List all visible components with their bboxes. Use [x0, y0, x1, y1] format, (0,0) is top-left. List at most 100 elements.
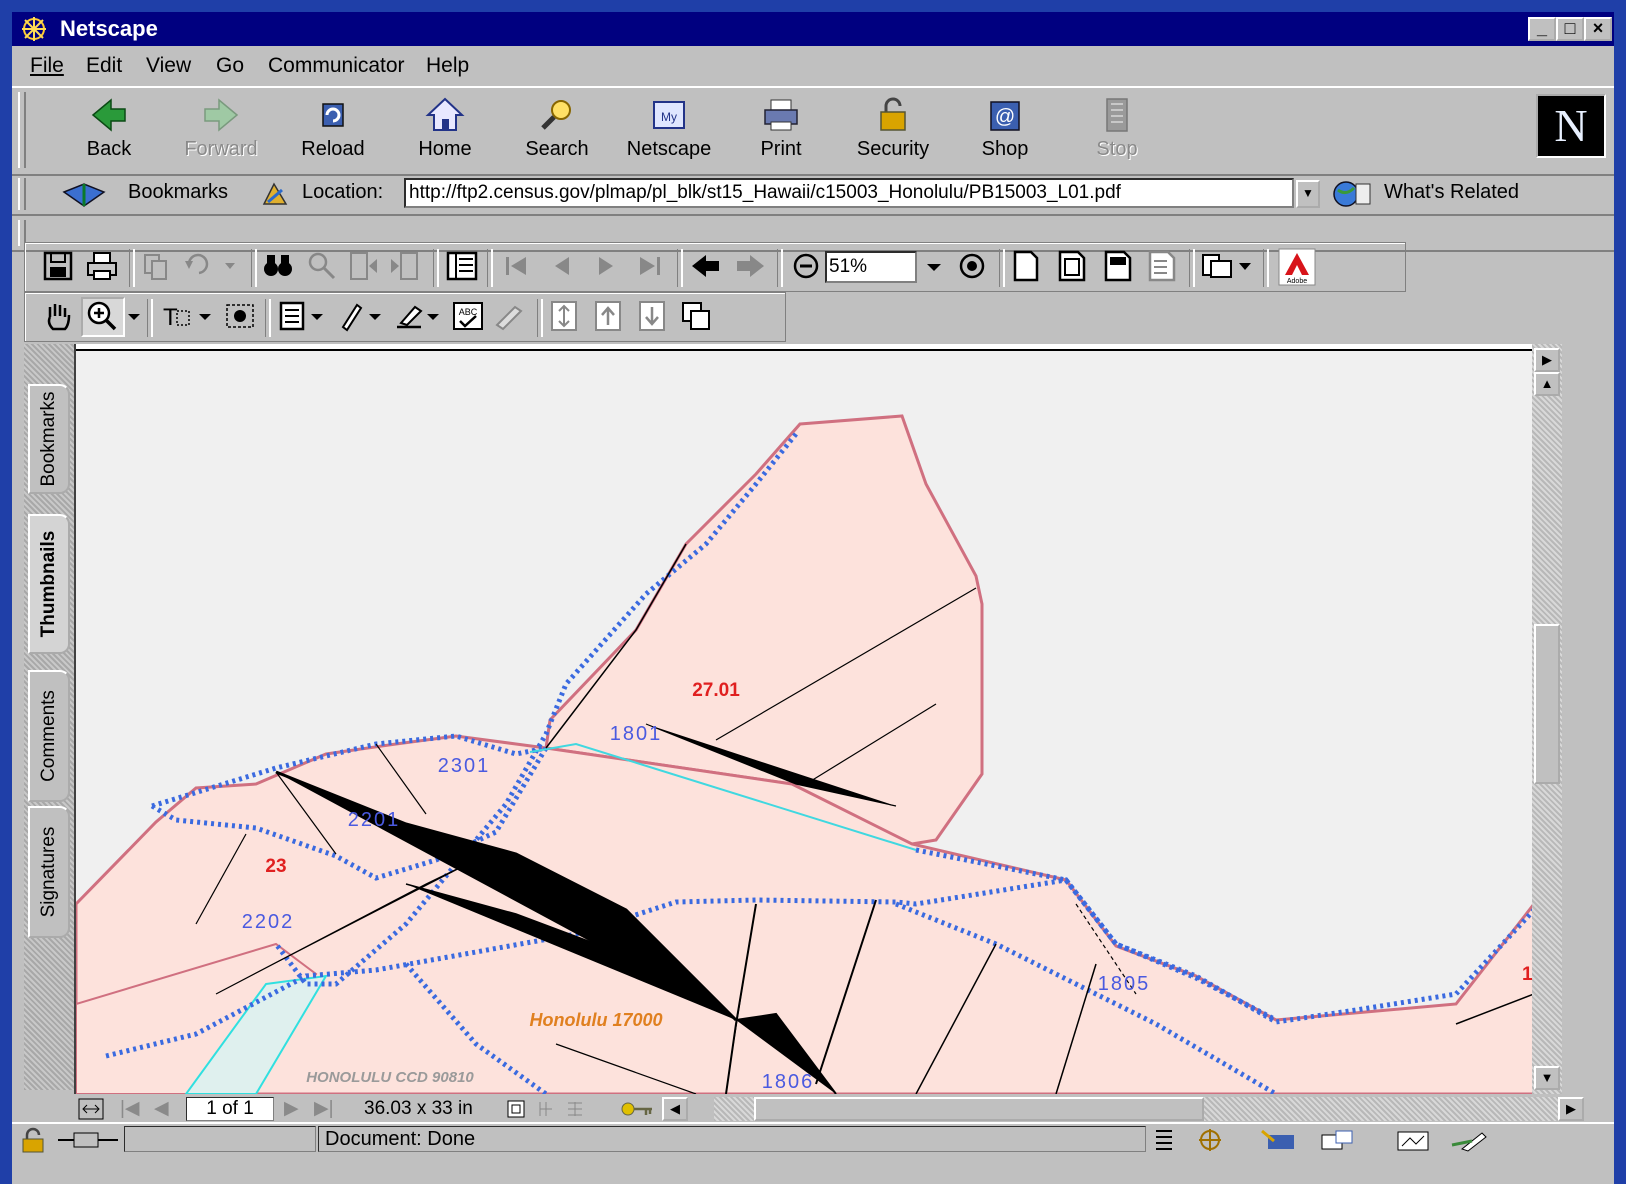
split-view-button[interactable]: ▶ [1534, 348, 1560, 372]
graphics-select-tool-icon[interactable] [223, 299, 257, 333]
page-layout-buttons[interactable] [506, 1099, 616, 1119]
toolbar-grip[interactable] [18, 92, 26, 168]
next-result-icon[interactable] [387, 249, 421, 283]
zoom-in-icon[interactable] [955, 249, 989, 283]
forward-button[interactable]: Forward [166, 94, 276, 170]
svg-text:Adobe: Adobe [1287, 278, 1307, 285]
home-icon [425, 97, 465, 131]
hand-tool-icon[interactable] [41, 299, 75, 333]
form-field-icon[interactable] [547, 299, 581, 333]
bookmarks-button[interactable]: Bookmarks [128, 181, 228, 204]
save-icon[interactable] [41, 249, 75, 283]
menu-communicator[interactable]: Communicator [268, 54, 405, 78]
menu-file[interactable]: File [30, 54, 64, 78]
horizontal-scrollbar[interactable]: ◀ ▶ [662, 1097, 1584, 1121]
back-button[interactable]: Back [54, 94, 164, 170]
maximize-button[interactable]: □ [1556, 17, 1584, 41]
zoom-out-icon[interactable] [789, 249, 823, 283]
text-select-tool-icon[interactable]: T [159, 299, 219, 333]
tab-thumbnails[interactable]: Thumbnails [28, 514, 70, 654]
print-button[interactable]: Print [726, 94, 836, 170]
menu-go[interactable]: Go [216, 54, 244, 78]
print-icon[interactable] [85, 249, 119, 283]
first-page-icon[interactable] [499, 249, 533, 283]
vertical-scroll-thumb[interactable] [1534, 624, 1560, 784]
next-page-button[interactable]: ▶ [284, 1097, 299, 1120]
home-button[interactable]: Home [390, 94, 500, 170]
scroll-right-button[interactable]: ▶ [1558, 1097, 1584, 1121]
go-forward-view-icon[interactable] [733, 249, 767, 283]
acrobat-toolbar-1: 51% Adobe [24, 242, 1406, 292]
fit-in-window-icon[interactable] [1055, 249, 1089, 283]
location-grip[interactable] [18, 178, 26, 210]
previous-page-icon[interactable] [545, 249, 579, 283]
zoom-tool-icon[interactable] [85, 299, 119, 333]
shop-button[interactable]: @ Shop [950, 94, 1060, 170]
pdf-status-bar: |◀ ◀ 1 of 1 ▶ ▶| 36.03 x 33 in ◀ ▶ [74, 1094, 1584, 1124]
horizontal-scroll-thumb[interactable] [754, 1097, 1204, 1121]
url-dropdown-button[interactable]: ▼ [1296, 180, 1320, 208]
close-button[interactable]: × [1584, 17, 1612, 41]
component-bar-icons[interactable] [1152, 1127, 1602, 1153]
fit-width-icon[interactable] [1101, 249, 1135, 283]
adobe-logo-icon[interactable]: Adobe [1277, 247, 1317, 287]
scroll-down-button[interactable]: ▼ [1534, 1066, 1560, 1090]
menu-help[interactable]: Help [426, 54, 469, 78]
last-page-icon[interactable] [633, 249, 667, 283]
pdf-document-view[interactable]: 27.01 23 12 1801 2301 2201 2202 1805 180… [74, 344, 1534, 1094]
search-index-icon[interactable] [305, 249, 339, 283]
next-page-icon[interactable] [589, 249, 623, 283]
bookmarks-icon [62, 183, 106, 207]
rotate-view-icon[interactable] [1199, 249, 1259, 283]
zoom-tool-dropdown-icon[interactable] [125, 299, 143, 333]
navigation-toolbar: Back Forward Reload Home Search My Netsc… [12, 86, 1614, 176]
previous-result-icon[interactable] [347, 249, 381, 283]
reload-button[interactable]: Reload [278, 94, 388, 170]
digital-signature-icon[interactable] [493, 299, 527, 333]
page-number-field[interactable]: 1 of 1 [186, 1097, 274, 1121]
search-button[interactable]: Search [502, 94, 612, 170]
page-down-icon[interactable] [635, 299, 669, 333]
go-back-view-icon[interactable] [689, 249, 723, 283]
tab-signatures[interactable]: Signatures [28, 806, 70, 938]
minimize-button[interactable]: _ [1528, 17, 1556, 41]
whats-related-button[interactable]: What's Related [1384, 181, 1519, 204]
undo-icon[interactable] [181, 249, 239, 283]
crop-pages-icon[interactable] [679, 299, 713, 333]
copy-icon[interactable] [139, 249, 173, 283]
url-input[interactable]: http://ftp2.census.gov/plmap/pl_blk/st15… [404, 178, 1294, 208]
vertical-scrollbar[interactable]: ▶ ▲ ▼ [1532, 344, 1562, 1094]
last-page-button[interactable]: ▶| [314, 1097, 334, 1120]
scroll-left-button[interactable]: ◀ [662, 1097, 688, 1121]
zoom-input[interactable]: 51% [825, 251, 917, 283]
tab-bookmarks[interactable]: Bookmarks [28, 384, 70, 494]
first-page-button[interactable]: |◀ [120, 1097, 140, 1120]
find-icon[interactable] [261, 249, 295, 283]
reflow-icon[interactable] [1145, 249, 1179, 283]
show-navigation-pane-icon[interactable] [445, 249, 479, 283]
pencil-tool-icon[interactable] [335, 299, 391, 333]
block-group-label-1806: 1806 [762, 1071, 815, 1093]
forward-icon [204, 98, 239, 132]
menu-view[interactable]: View [146, 54, 191, 78]
tract-label-2701: 27.01 [692, 680, 740, 701]
lock-icon [880, 97, 906, 131]
stop-button[interactable]: Stop [1062, 94, 1172, 170]
menu-edit[interactable]: Edit [86, 54, 122, 78]
security-lock-icon[interactable] [18, 1127, 48, 1153]
previous-page-button[interactable]: ◀ [154, 1097, 169, 1120]
netscape-n-logo[interactable]: N [1536, 94, 1606, 158]
page-up-icon[interactable] [591, 299, 625, 333]
location-label: Location: [302, 181, 384, 203]
highlight-tool-icon[interactable] [391, 299, 447, 333]
security-button[interactable]: Security [838, 94, 948, 170]
actual-size-icon[interactable] [1009, 249, 1043, 283]
note-tool-icon[interactable] [277, 299, 333, 333]
zoom-dropdown-icon[interactable] [921, 249, 947, 283]
spell-check-icon[interactable]: ABC [451, 299, 485, 333]
my-netscape-button[interactable]: My Netscape [614, 94, 724, 170]
page-layout-icon[interactable] [78, 1098, 104, 1120]
shop-icon: @ [990, 101, 1020, 131]
scroll-up-button[interactable]: ▲ [1534, 372, 1560, 396]
tab-comments[interactable]: Comments [28, 670, 70, 802]
